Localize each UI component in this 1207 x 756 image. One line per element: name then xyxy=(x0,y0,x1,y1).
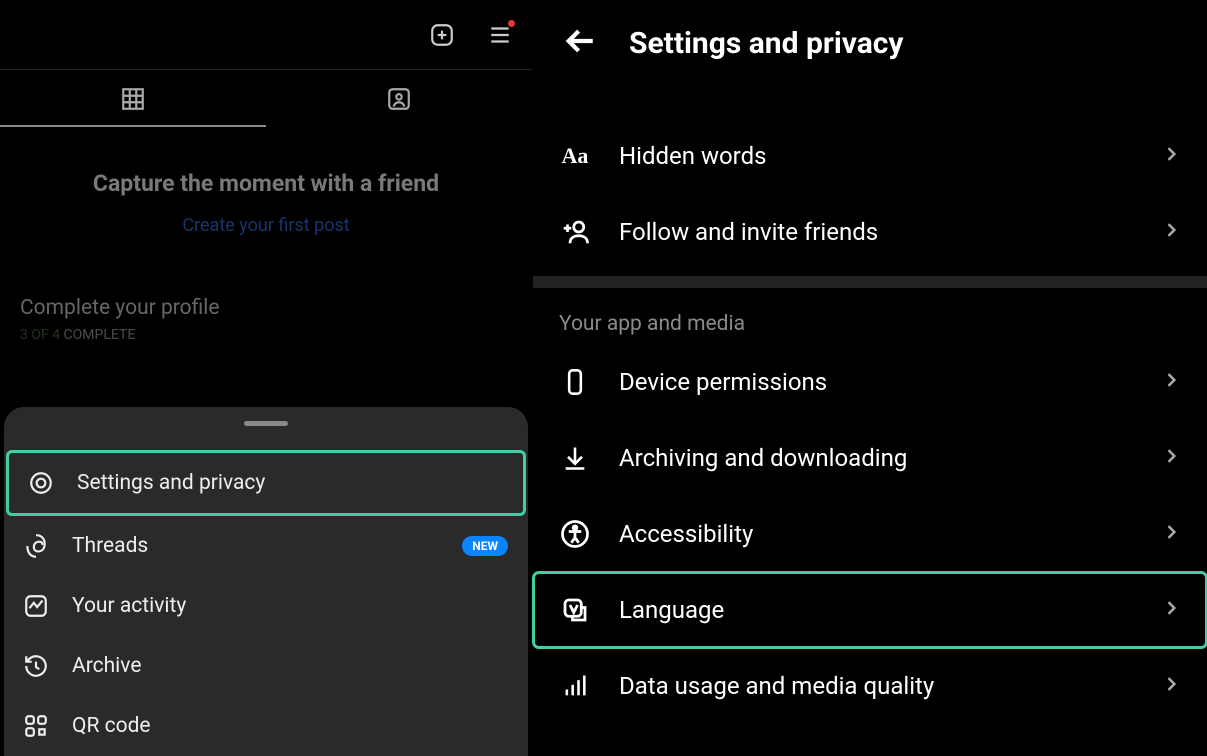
follow-invite-icon xyxy=(559,216,591,248)
menu-item-settings[interactable]: Settings and privacy xyxy=(6,450,526,516)
chevron-right-icon xyxy=(1161,370,1181,394)
chevron-right-icon xyxy=(1161,598,1181,622)
row-label: Language xyxy=(619,596,1133,624)
profile-toolbar xyxy=(0,0,532,70)
data-usage-icon xyxy=(559,670,591,702)
activity-icon xyxy=(22,592,50,620)
chevron-right-icon xyxy=(1161,446,1181,470)
gear-icon xyxy=(27,469,55,497)
archive-icon xyxy=(22,652,50,680)
chevron-right-icon xyxy=(1161,522,1181,546)
menu-item-threads[interactable]: Threads NEW xyxy=(4,516,528,576)
menu-icon[interactable] xyxy=(486,21,514,49)
language-icon xyxy=(559,594,591,626)
complete-profile-section: Complete your profile 3 OF 4 COMPLETE xyxy=(0,256,532,353)
complete-suffix: COMPLETE xyxy=(60,327,135,343)
row-hidden-words[interactable]: Aa Hidden words xyxy=(533,118,1207,194)
tab-grid[interactable] xyxy=(0,70,266,127)
bottom-sheet-menu: Settings and privacy Threads NEW Your ac… xyxy=(4,407,528,756)
settings-header: Settings and privacy xyxy=(533,0,1207,92)
row-device-permissions[interactable]: Device permissions xyxy=(533,344,1207,420)
row-label: Hidden words xyxy=(619,142,1133,170)
complete-count: 3 OF 4 xyxy=(20,327,60,343)
qrcode-icon xyxy=(22,712,50,740)
empty-state: Capture the moment with a friend Create … xyxy=(0,128,532,256)
row-archiving-downloading[interactable]: Archiving and downloading xyxy=(533,420,1207,496)
hidden-words-icon: Aa xyxy=(559,140,591,172)
settings-title: Settings and privacy xyxy=(629,26,904,61)
row-label: Accessibility xyxy=(619,520,1133,548)
menu-item-activity[interactable]: Your activity xyxy=(4,576,528,636)
row-data-usage[interactable]: Data usage and media quality xyxy=(533,648,1207,724)
settings-divider xyxy=(533,276,1207,288)
threads-icon xyxy=(22,532,50,560)
tab-tagged[interactable] xyxy=(266,70,532,127)
back-button[interactable] xyxy=(563,24,597,62)
notification-dot-icon xyxy=(508,20,515,27)
row-label: Device permissions xyxy=(619,368,1133,396)
section-header: Your app and media xyxy=(533,294,1207,344)
menu-item-label: Archive xyxy=(72,654,141,678)
menu-item-qrcode[interactable]: QR code xyxy=(4,696,528,756)
device-icon xyxy=(559,366,591,398)
complete-profile-progress: 3 OF 4 COMPLETE xyxy=(20,327,512,343)
chevron-right-icon xyxy=(1161,220,1181,244)
empty-state-title: Capture the moment with a friend xyxy=(20,170,512,197)
settings-pane: Settings and privacy Aa Hidden words Fol… xyxy=(532,0,1207,756)
profile-pane: Capture the moment with a friend Create … xyxy=(0,0,532,756)
menu-item-label: QR code xyxy=(72,714,151,738)
download-icon xyxy=(559,442,591,474)
menu-item-archive[interactable]: Archive xyxy=(4,636,528,696)
create-first-post-link[interactable]: Create your first post xyxy=(182,215,349,236)
menu-item-label: Threads xyxy=(72,534,148,558)
create-post-icon[interactable] xyxy=(428,21,456,49)
row-label: Follow and invite friends xyxy=(619,218,1133,246)
chevron-right-icon xyxy=(1161,674,1181,698)
chevron-right-icon xyxy=(1161,144,1181,168)
row-follow-invite[interactable]: Follow and invite friends xyxy=(533,194,1207,270)
complete-profile-title: Complete your profile xyxy=(20,296,512,320)
row-label: Data usage and media quality xyxy=(619,672,1133,700)
menu-item-label: Settings and privacy xyxy=(77,471,265,495)
sheet-drag-handle[interactable] xyxy=(244,421,288,426)
menu-item-label: Your activity xyxy=(72,594,186,618)
row-accessibility[interactable]: Accessibility xyxy=(533,496,1207,572)
accessibility-icon xyxy=(559,518,591,550)
row-label: Archiving and downloading xyxy=(619,444,1133,472)
row-language[interactable]: Language xyxy=(533,572,1207,648)
profile-tabs xyxy=(0,70,532,128)
new-badge: NEW xyxy=(462,536,508,556)
